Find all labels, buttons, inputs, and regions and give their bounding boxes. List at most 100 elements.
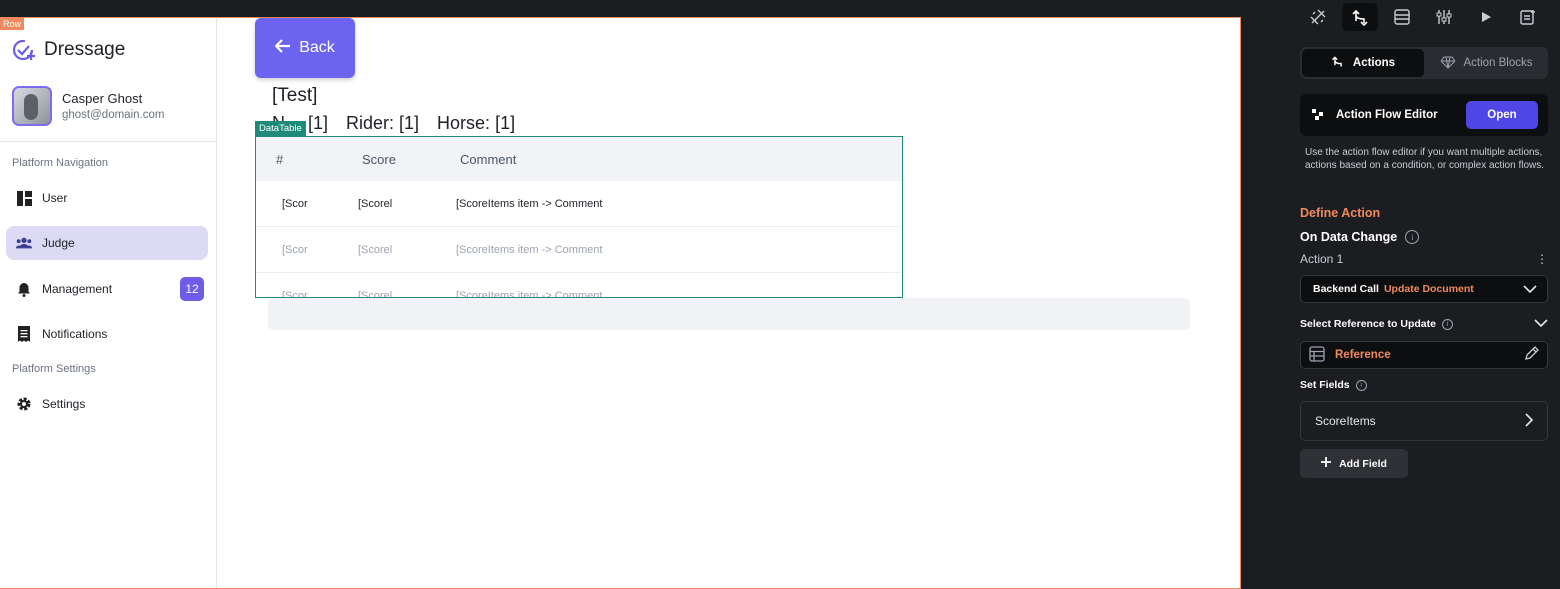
gear-icon bbox=[16, 396, 32, 412]
set-fields-heading: Set Fields i bbox=[1300, 379, 1367, 391]
reference-label: Reference bbox=[1335, 349, 1391, 361]
backend-call-label: Backend Call bbox=[1313, 283, 1379, 295]
action-flow-editor-box: Action Flow Editor Open bbox=[1300, 94, 1548, 136]
count-badge: 12 bbox=[180, 277, 204, 301]
app-frame: Dressage Casper Ghost ghost@domain.com P… bbox=[0, 17, 1241, 589]
receipt-icon bbox=[16, 326, 32, 342]
section-platform-navigation: Platform Navigation bbox=[12, 157, 108, 169]
user-profile[interactable]: Casper Ghost ghost@domain.com bbox=[12, 86, 164, 126]
add-doc-icon[interactable] bbox=[1510, 3, 1546, 31]
table-cell: [Scor bbox=[282, 289, 308, 298]
info-icon[interactable]: i bbox=[1355, 379, 1367, 391]
sidebar-item-label: Judge bbox=[42, 236, 75, 250]
action-flow-editor-label: Action Flow Editor bbox=[1336, 109, 1438, 121]
section-platform-settings: Platform Settings bbox=[12, 363, 96, 375]
datatable[interactable]: # Score Comment [Scor [Scorel [ScoreItem… bbox=[255, 136, 903, 298]
more-vertical-icon[interactable]: ⋮ bbox=[1536, 252, 1548, 266]
user-email: ghost@domain.com bbox=[62, 109, 165, 121]
user-name: Casper Ghost bbox=[62, 91, 143, 106]
column-header[interactable]: # bbox=[256, 152, 344, 167]
divider bbox=[0, 141, 216, 142]
action-1-label: Action 1 bbox=[1300, 252, 1344, 266]
table-cell: [Scorel bbox=[358, 197, 393, 210]
sidebar-item-management[interactable]: Management 12 bbox=[6, 272, 208, 306]
column-header[interactable]: Comment bbox=[442, 152, 516, 167]
info-line: N… [1] Rider: [1] Horse: [1] bbox=[272, 113, 515, 134]
logo-icon bbox=[12, 39, 35, 61]
tools-icon[interactable] bbox=[1300, 3, 1336, 31]
actions-tab-icon[interactable] bbox=[1342, 3, 1378, 31]
arrow-left-icon bbox=[274, 38, 291, 58]
field-item-scoreitems[interactable]: ScoreItems bbox=[1300, 401, 1548, 441]
row-tag: Row bbox=[0, 18, 25, 30]
test-title: [Test] bbox=[272, 85, 318, 106]
open-button[interactable]: Open bbox=[1466, 101, 1538, 129]
table-row[interactable]: [Scor [Scorel [ScoreItems item -> Commen… bbox=[256, 181, 902, 227]
layout-rows-icon[interactable] bbox=[1384, 3, 1420, 31]
sidebar-item-label: Management bbox=[42, 282, 113, 296]
chevron-right-icon bbox=[1525, 412, 1534, 430]
bell-icon bbox=[16, 281, 32, 297]
brand[interactable]: Dressage bbox=[12, 38, 125, 62]
tab-actions[interactable]: Actions bbox=[1302, 49, 1424, 77]
on-data-change-label: On Data Change bbox=[1300, 230, 1398, 244]
actions-segmented-control: Actions Action Blocks bbox=[1300, 47, 1548, 79]
action-type-dropdown[interactable]: Backend Call Update Document bbox=[1300, 275, 1548, 303]
brand-name: Dressage bbox=[44, 39, 126, 60]
table-cell: [Scor bbox=[282, 243, 308, 256]
chevron-down-icon bbox=[1534, 318, 1548, 330]
plus-icon bbox=[1321, 457, 1332, 470]
table-header: # Score Comment bbox=[256, 137, 902, 181]
placeholder-bar[interactable] bbox=[268, 298, 1190, 330]
help-text: Use the action flow editor if you want m… bbox=[1305, 147, 1545, 171]
column-header[interactable]: Score bbox=[344, 152, 442, 167]
select-reference-row[interactable]: Select Reference to Update i bbox=[1300, 318, 1548, 330]
sidebar: Dressage Casper Ghost ghost@domain.com P… bbox=[0, 18, 217, 588]
sidebar-item-label: Settings bbox=[42, 397, 86, 411]
on-data-change-heading: On Data Change i bbox=[1300, 230, 1420, 244]
add-field-label: Add Field bbox=[1339, 457, 1387, 470]
sidebar-item-judge[interactable]: Judge bbox=[6, 226, 208, 260]
sidebar-item-label: User bbox=[42, 191, 68, 205]
table-icon bbox=[1309, 345, 1325, 365]
diamond-icon bbox=[1440, 55, 1457, 72]
table-cell: [Scorel bbox=[358, 289, 393, 298]
back-button[interactable]: Back bbox=[255, 18, 355, 78]
tab-action-blocks[interactable]: Action Blocks bbox=[1426, 47, 1548, 79]
tab-action-blocks-label: Action Blocks bbox=[1463, 57, 1533, 69]
reference-field[interactable]: Reference bbox=[1300, 341, 1548, 369]
sidebar-item-notifications[interactable]: Notifications bbox=[6, 317, 208, 351]
sidebar-item-label: Notifications bbox=[42, 327, 108, 341]
info-icon[interactable]: i bbox=[1405, 230, 1420, 244]
add-field-button[interactable]: Add Field bbox=[1300, 449, 1408, 478]
datatable-tag: DataTable bbox=[255, 121, 306, 136]
tab-actions-label: Actions bbox=[1352, 57, 1396, 69]
edit-pencil-icon[interactable] bbox=[1524, 346, 1539, 364]
define-action-heading: Define Action bbox=[1300, 206, 1381, 220]
rider-value: Rider: [1] bbox=[346, 113, 420, 133]
chevron-down-icon bbox=[1523, 282, 1537, 296]
sidebar-item-user[interactable]: User bbox=[6, 181, 208, 215]
flow-icon bbox=[1312, 108, 1324, 123]
table-cell: [Scor bbox=[282, 197, 308, 210]
back-label: Back bbox=[299, 39, 335, 56]
dashboard-icon bbox=[16, 190, 32, 206]
table-cell: [ScoreItems item -> Comment bbox=[456, 289, 603, 298]
update-document-label: Update Document bbox=[1383, 283, 1474, 295]
select-reference-label: Select Reference to Update bbox=[1300, 318, 1436, 330]
panel-toolbar bbox=[1300, 3, 1546, 31]
sidebar-item-settings[interactable]: Settings bbox=[6, 387, 208, 421]
table-cell: [ScoreItems item -> Comment bbox=[456, 243, 603, 256]
set-fields-label: Set Fields bbox=[1300, 379, 1350, 391]
play-icon[interactable] bbox=[1468, 3, 1504, 31]
action-1-row: Action 1 ⋮ bbox=[1300, 252, 1548, 266]
table-cell: [Scorel bbox=[358, 243, 393, 256]
info-icon[interactable]: i bbox=[1441, 318, 1453, 330]
avatar bbox=[12, 86, 52, 126]
table-cell: [ScoreItems item -> Comment bbox=[456, 197, 603, 210]
table-row[interactable]: [Scor [Scorel [ScoreItems item -> Commen… bbox=[256, 273, 902, 298]
group-icon bbox=[16, 235, 32, 251]
table-row[interactable]: [Scor [Scorel [ScoreItems item -> Commen… bbox=[256, 227, 902, 273]
horse-value: Horse: [1] bbox=[437, 113, 516, 133]
sliders-icon[interactable] bbox=[1426, 3, 1462, 31]
